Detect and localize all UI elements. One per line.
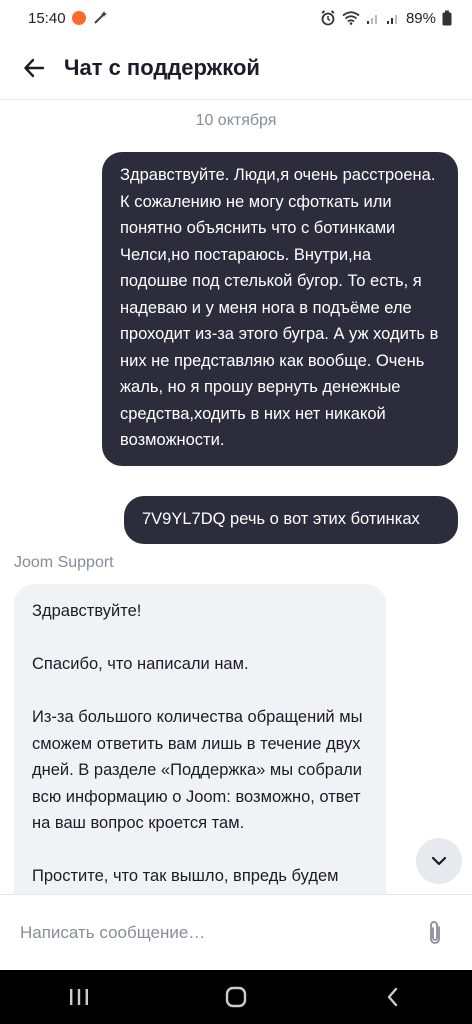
home-button[interactable] [206, 977, 266, 1017]
paperclip-icon [430, 920, 440, 944]
battery-icon [442, 10, 452, 26]
date-separator: 10 октября [195, 112, 277, 129]
message-paragraph: Простите, что так вышло, впредь будем ст… [32, 867, 339, 894]
recent-apps-icon [69, 989, 88, 1005]
home-icon [225, 986, 247, 1008]
message-paragraph: Спасибо, что написали нам. [32, 655, 249, 673]
message-paragraph [32, 678, 368, 705]
app-notification-icon [71, 11, 86, 25]
wand-icon [93, 11, 107, 24]
signal-2-icon [386, 15, 397, 24]
chat-area[interactable]: 10 октября Здравствуйте. Люди,я очень ра… [0, 100, 472, 894]
outgoing-message: 7V9YL7DQ речь о вот этих ботинках [124, 496, 458, 544]
page-title: Чат с поддержкой [64, 54, 260, 80]
message-paragraph [32, 625, 368, 652]
wifi-icon [342, 11, 360, 25]
outgoing-message: Здравствуйте. Люди,я очень расстроена. К… [102, 152, 458, 466]
recent-apps-button[interactable] [49, 977, 109, 1017]
app-bar: Чат с поддержкой [0, 36, 472, 100]
message-paragraph: Здравствуйте! [32, 602, 142, 620]
incoming-message: Здравствуйте! Спасибо, что написали нам.… [14, 584, 386, 894]
arrow-left-icon [24, 58, 45, 77]
battery-percent: 89% [405, 9, 436, 27]
back-button[interactable] [14, 48, 54, 88]
signal-1-icon [366, 15, 377, 24]
alarm-icon [321, 10, 335, 26]
attach-button[interactable] [420, 918, 450, 948]
status-left: 15:40 [28, 10, 108, 27]
back-nav-button[interactable] [363, 977, 423, 1017]
sender-name: Joom Support [14, 554, 114, 571]
status-time: 15:40 [28, 9, 66, 27]
message-paragraph [32, 837, 368, 864]
chevron-down-icon [431, 856, 447, 866]
message-input[interactable] [18, 921, 412, 944]
message-paragraph: Из-за большого количества обращений мы с… [32, 708, 363, 832]
message-composer [0, 894, 472, 970]
status-right: 89% [320, 10, 452, 27]
scroll-down-button[interactable] [416, 838, 462, 884]
chevron-left-icon [388, 987, 398, 1007]
status-bar: 15:40 89% [0, 0, 472, 36]
system-nav-bar [0, 970, 472, 1024]
